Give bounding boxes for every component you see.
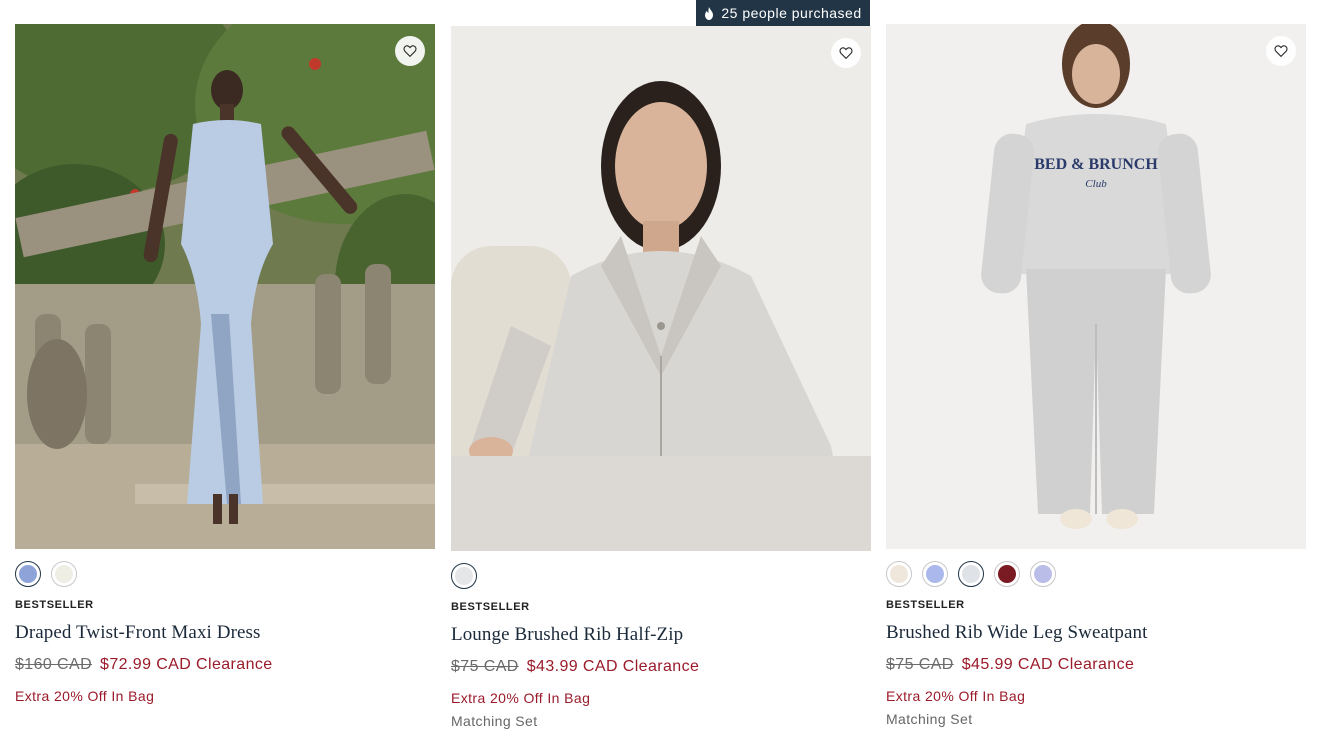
wishlist-button[interactable] bbox=[1266, 36, 1296, 66]
swatch-color bbox=[926, 565, 944, 583]
promo-text: Extra 20% Off In Bag bbox=[15, 688, 155, 704]
swatch-color bbox=[890, 565, 908, 583]
price-row: $75 CAD $43.99 CAD Clearance bbox=[451, 658, 871, 676]
swatch-color bbox=[55, 565, 73, 583]
heart-icon bbox=[403, 45, 417, 58]
color-swatch[interactable] bbox=[958, 561, 984, 587]
purchased-banner: 25 people purchased bbox=[696, 0, 870, 26]
promo-text: Extra 20% Off In Bag bbox=[886, 688, 1026, 704]
color-swatches bbox=[451, 563, 871, 589]
swatch-color bbox=[19, 565, 37, 583]
color-swatch[interactable] bbox=[15, 561, 41, 587]
bestseller-badge: BESTSELLER bbox=[451, 601, 530, 613]
product-name[interactable]: Draped Twist-Front Maxi Dress bbox=[15, 622, 435, 644]
original-price: $75 CAD bbox=[886, 656, 954, 673]
product-card[interactable]: BESTSELLER Draped Twist-Front Maxi Dress… bbox=[15, 24, 435, 704]
price-row: $160 CAD $72.99 CAD Clearance bbox=[15, 656, 435, 674]
product-name[interactable]: Lounge Brushed Rib Half-Zip bbox=[451, 624, 871, 646]
color-swatch[interactable] bbox=[1030, 561, 1056, 587]
swatch-color bbox=[998, 565, 1016, 583]
color-swatches bbox=[15, 561, 435, 587]
purchased-text: 25 people purchased bbox=[721, 5, 862, 21]
color-swatch[interactable] bbox=[922, 561, 948, 587]
swatch-color bbox=[962, 565, 980, 583]
bestseller-badge: BESTSELLER bbox=[886, 599, 965, 611]
color-swatch[interactable] bbox=[994, 561, 1020, 587]
price-row: $75 CAD $45.99 CAD Clearance bbox=[886, 656, 1306, 674]
product-card[interactable]: BED & BRUNCH Club BESTSELLER Brushed Rib… bbox=[886, 24, 1306, 727]
color-swatch[interactable] bbox=[451, 563, 477, 589]
promo-text: Extra 20% Off In Bag bbox=[451, 690, 591, 706]
swatch-color bbox=[1034, 565, 1052, 583]
bestseller-badge: BESTSELLER bbox=[15, 599, 94, 611]
sale-price: $72.99 CAD Clearance bbox=[100, 656, 273, 673]
halfzip-photo bbox=[451, 26, 871, 551]
sale-price: $45.99 CAD Clearance bbox=[961, 656, 1135, 673]
product-image[interactable] bbox=[15, 24, 435, 549]
flame-icon bbox=[705, 6, 714, 20]
dress-photo bbox=[15, 24, 435, 549]
product-card[interactable]: BESTSELLER Lounge Brushed Rib Half-Zip $… bbox=[451, 26, 871, 729]
color-swatch[interactable] bbox=[886, 561, 912, 587]
original-price: $75 CAD bbox=[451, 658, 519, 675]
wishlist-button[interactable] bbox=[831, 38, 861, 68]
heart-icon bbox=[839, 47, 853, 60]
matching-set-label: Matching Set bbox=[451, 713, 538, 729]
product-image[interactable] bbox=[451, 26, 871, 551]
sale-price: $43.99 CAD Clearance bbox=[526, 658, 700, 675]
color-swatch[interactable] bbox=[51, 561, 77, 587]
original-price: $160 CAD bbox=[15, 656, 93, 673]
swatch-color bbox=[455, 567, 473, 585]
wishlist-button[interactable] bbox=[395, 36, 425, 66]
svg-text:Club: Club bbox=[1085, 178, 1107, 190]
sweatpant-photo: BED & BRUNCH Club bbox=[886, 24, 1306, 549]
svg-text:BED & BRUNCH: BED & BRUNCH bbox=[1034, 156, 1158, 173]
matching-set-label: Matching Set bbox=[886, 711, 973, 727]
color-swatches bbox=[886, 561, 1306, 587]
product-name[interactable]: Brushed Rib Wide Leg Sweatpant bbox=[886, 622, 1306, 644]
heart-icon bbox=[1274, 45, 1288, 58]
product-image[interactable]: BED & BRUNCH Club bbox=[886, 24, 1306, 549]
